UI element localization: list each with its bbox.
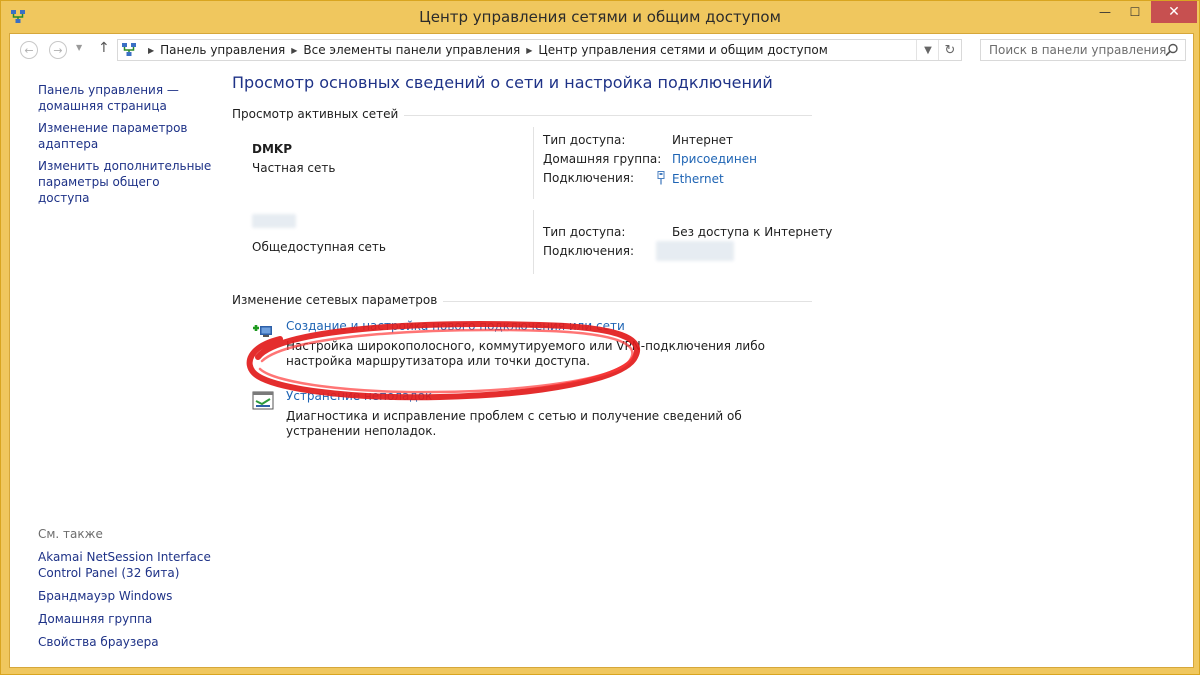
active-networks-header: Просмотр активных сетей (232, 107, 812, 123)
sidebar: Панель управления — домашняя страница Из… (38, 82, 213, 212)
divider (533, 210, 534, 274)
recent-locations-dropdown[interactable]: ▼ (76, 43, 82, 52)
homegroup-label: Домашняя группа: (543, 152, 662, 166)
see-also-link-browser-properties[interactable]: Свойства браузера (38, 634, 213, 650)
divider (533, 127, 534, 199)
active-networks-label: Просмотр активных сетей (232, 107, 405, 121)
connections-label: Подключения: (543, 244, 635, 258)
main-panel: Просмотр основных сведений о сети и наст… (232, 34, 832, 667)
access-type-value: Без доступа к Интернету (672, 225, 833, 239)
title-bar[interactable]: Центр управления сетями и общим доступом… (1, 1, 1199, 33)
access-type-label: Тип доступа: (543, 133, 626, 147)
network-name-redacted (252, 214, 296, 228)
up-button[interactable]: ↑ (98, 40, 110, 56)
search-icon[interactable] (1165, 43, 1179, 57)
window-title: Центр управления сетями и общим доступом (419, 8, 781, 26)
chevron-right-icon[interactable]: ▶ (148, 46, 154, 55)
sidebar-link-home[interactable]: Панель управления — домашняя страница (38, 82, 213, 114)
new-connection-link[interactable]: Создание и настройка нового подключения … (286, 319, 625, 333)
troubleshoot-link[interactable]: Устранение неполадок (286, 389, 432, 403)
see-also-section: См. также Akamai NetSession Interface Co… (38, 526, 213, 657)
change-settings-label: Изменение сетевых параметров (232, 293, 444, 307)
search-box[interactable] (980, 39, 1186, 61)
page-title: Просмотр основных сведений о сети и наст… (232, 73, 773, 92)
new-connection-description: Настройка широкополосного, коммутируемог… (286, 339, 765, 368)
address-dropdown-button[interactable]: ▼ (916, 40, 939, 60)
troubleshoot-icon (252, 391, 274, 410)
refresh-button[interactable]: ↻ (938, 40, 961, 60)
connections-label: Подключения: (543, 171, 635, 185)
see-also-link-firewall[interactable]: Брандмауэр Windows (38, 588, 213, 604)
access-type-value: Интернет (672, 133, 734, 147)
sidebar-link-advanced-sharing[interactable]: Изменить дополнительные параметры общего… (38, 158, 213, 206)
homegroup-link[interactable]: Присоединен (672, 152, 757, 166)
ethernet-icon (657, 171, 665, 185)
back-button[interactable]: ← (20, 41, 38, 59)
explorer-content: ← → ▼ ↑ ▶ Панель управления ▶ Все элемен… (9, 33, 1194, 668)
close-button[interactable]: ✕ (1151, 1, 1197, 23)
search-input[interactable] (981, 40, 1177, 60)
ethernet-connection-link[interactable]: Ethernet (656, 171, 724, 186)
troubleshoot-description: Диагностика и исправление проблем с сеть… (286, 409, 742, 438)
access-type-label: Тип доступа: (543, 225, 626, 239)
ethernet-link-label[interactable]: Ethernet (672, 172, 724, 186)
change-settings-header: Изменение сетевых параметров (232, 293, 812, 309)
see-also-link-akamai[interactable]: Akamai NetSession Interface Control Pane… (38, 549, 213, 581)
connection-redacted[interactable] (656, 241, 734, 264)
maximize-button[interactable]: ☐ (1120, 1, 1150, 23)
forward-button[interactable]: → (49, 41, 67, 59)
control-panel-icon (122, 43, 136, 56)
minimize-button[interactable]: — (1090, 1, 1120, 23)
sidebar-link-adapter-settings[interactable]: Изменение параметров адаптера (38, 120, 213, 152)
window: Центр управления сетями и общим доступом… (0, 0, 1200, 675)
new-connection-icon (253, 325, 272, 337)
see-also-link-homegroup[interactable]: Домашняя группа (38, 611, 213, 627)
connection-name-redacted (656, 241, 734, 261)
see-also-title: См. также (38, 527, 103, 541)
